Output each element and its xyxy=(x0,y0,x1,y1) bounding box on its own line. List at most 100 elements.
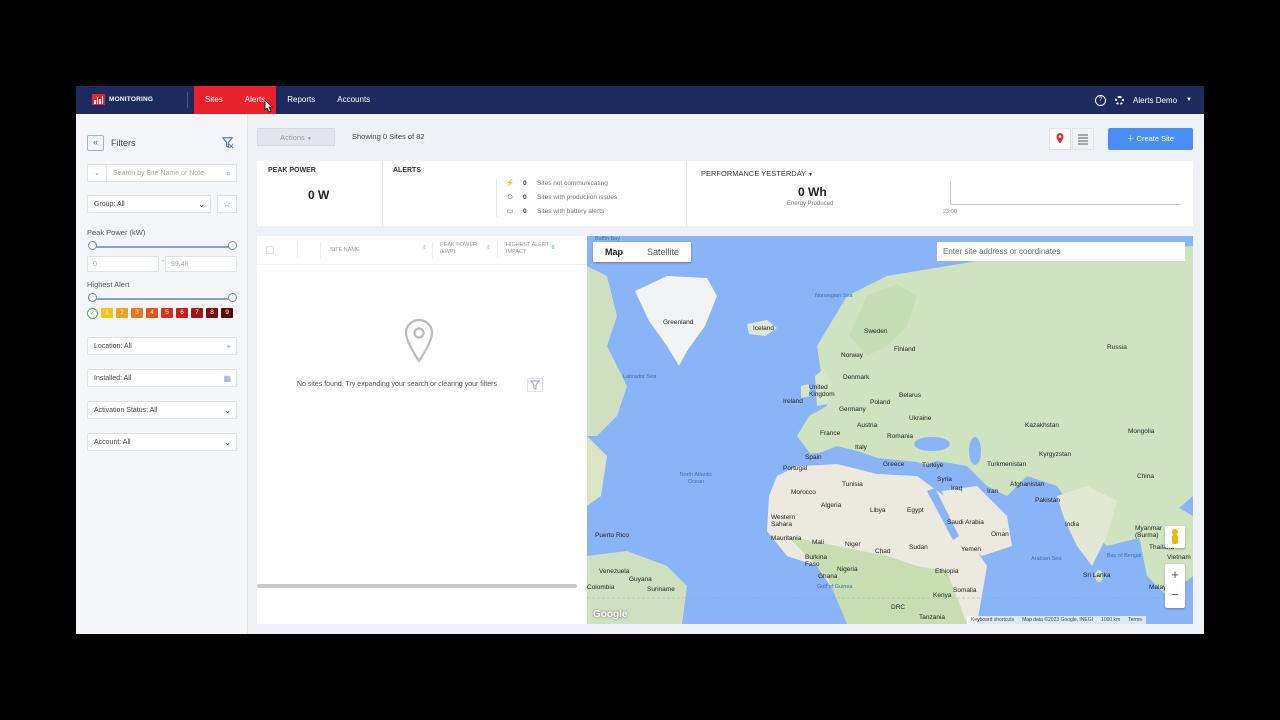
map-label: Kazakhstan xyxy=(1025,422,1059,429)
actions-label: Actions xyxy=(280,133,305,142)
help-icon[interactable]: ? xyxy=(1095,94,1107,106)
sort-active-icon[interactable]: ⇕ xyxy=(551,245,556,251)
actions-dropdown-button[interactable]: Actions ▼ xyxy=(257,128,335,146)
peak-max-input[interactable]: 99.48 xyxy=(165,256,237,272)
map-label: Romania xyxy=(887,433,914,440)
map-label: Kenya xyxy=(933,592,952,599)
horizontal-scrollbar[interactable] xyxy=(257,584,577,588)
map-label: Myanmar (Burma) xyxy=(1135,525,1163,539)
clear-filters-icon[interactable] xyxy=(527,378,543,392)
terms-link[interactable]: Terms xyxy=(1128,616,1142,624)
performance-title: PERFORMANCE YESTERDAY xyxy=(701,169,807,178)
map-label: Afghanistan xyxy=(1010,481,1045,488)
map-label: Ethiopia xyxy=(935,568,959,575)
user-menu[interactable]: Alerts Demo xyxy=(1133,96,1177,105)
account-select[interactable]: Account: All ⌄ xyxy=(87,433,237,451)
no-signal-icon: ⚡ xyxy=(505,180,515,187)
map-label: Morocco xyxy=(791,489,816,496)
zoom-in-button[interactable]: + xyxy=(1165,564,1185,586)
map-label: India xyxy=(1065,521,1080,528)
map-label: Tunisia xyxy=(842,481,863,488)
column-divider xyxy=(432,242,433,258)
alert-not-communicating[interactable]: ⚡ 0 Sites not communicating xyxy=(505,179,608,188)
top-navbar: MONITORING Sites Alerts Reports Accounts… xyxy=(76,86,1204,114)
alerts-title: ALERTS xyxy=(393,167,421,174)
group-select[interactable]: Group: All ⌄ xyxy=(87,195,211,213)
calendar-icon: ▦ xyxy=(223,374,231,383)
plus-icon: ＋ xyxy=(1126,134,1137,143)
chevron-down-icon[interactable]: ▼ xyxy=(1186,97,1192,103)
support-icon[interactable] xyxy=(1115,95,1125,105)
tab-reports[interactable]: Reports xyxy=(276,86,326,114)
select-all-checkbox[interactable] xyxy=(266,246,274,254)
range-separator: - xyxy=(162,258,165,265)
alert-production-issues[interactable]: ⊙ 0 Sites with production issues xyxy=(505,193,617,202)
map-label: Vietnam xyxy=(1167,554,1191,561)
performance-dropdown[interactable]: PERFORMANCE YESTERDAY ▼ xyxy=(701,169,813,178)
alert-count: 0 xyxy=(523,207,527,215)
satellite-tab[interactable]: Satellite xyxy=(635,242,691,262)
col-site-name[interactable]: SITE NAME xyxy=(330,247,360,253)
alert-count: 0 xyxy=(523,193,527,201)
alert-max-handle[interactable] xyxy=(228,293,237,302)
mouse-cursor-icon xyxy=(264,99,273,113)
map-label: Egypt xyxy=(907,507,924,514)
zoom-out-button[interactable]: − xyxy=(1165,586,1185,608)
map-label: Kyrgyzstan xyxy=(1039,451,1072,458)
clear-filters-icon[interactable] xyxy=(221,136,234,149)
alert-min-handle[interactable] xyxy=(88,293,97,302)
tab-accounts[interactable]: Accounts xyxy=(326,86,381,114)
map-view-button[interactable] xyxy=(1049,128,1071,150)
nav-divider xyxy=(187,92,188,108)
search-scope-dropdown[interactable]: ⌄ xyxy=(88,165,107,181)
location-filter[interactable]: Location: All ⌖ xyxy=(87,337,237,355)
sort-icon[interactable]: ⇕ xyxy=(422,245,427,251)
map-label: France xyxy=(820,430,841,437)
site-search-input[interactable]: ⌄ Search by Site Name or Note ⌕ xyxy=(87,164,237,182)
create-site-button[interactable]: ＋ Create Site xyxy=(1108,128,1193,150)
map-label: Italy xyxy=(855,444,867,451)
map-label: Saudi Arabia xyxy=(947,519,984,526)
map-search-input[interactable]: Enter site address or coordinates xyxy=(937,242,1185,261)
sites-map[interactable]: Map Satellite Enter site address or coor… xyxy=(587,236,1193,624)
chart-time-label: 23:00 xyxy=(943,209,957,215)
peak-max-handle[interactable] xyxy=(228,241,237,250)
installed-filter[interactable]: Installed: All ▦ xyxy=(87,369,237,387)
alert-count: 0 xyxy=(523,179,527,187)
chevron-down-icon: ⌄ xyxy=(224,438,231,447)
column-divider xyxy=(297,242,298,258)
peak-power-slider[interactable] xyxy=(88,241,237,250)
activation-status-select[interactable]: Activation Status: All ⌄ xyxy=(87,401,237,419)
empty-state-message: No sites found. Try expanding your searc… xyxy=(297,381,497,388)
highest-alert-label: Highest Alert xyxy=(87,280,130,289)
search-placeholder: Search by Site Name or Note xyxy=(113,170,205,177)
favorite-star-icon[interactable]: ☆ xyxy=(217,195,237,213)
map-tab[interactable]: Map xyxy=(593,242,635,262)
peak-power-value: 0 W xyxy=(308,188,330,202)
map-label: Sudan xyxy=(909,544,928,551)
tab-sites[interactable]: Sites xyxy=(194,86,234,114)
check-icon: ✓ xyxy=(87,308,98,319)
stats-panel: PEAK POWER 0 W ALERTS ⚡ 0 Sites not commun… xyxy=(257,161,1193,226)
search-icon[interactable]: ⌕ xyxy=(227,165,231,182)
brand-logo[interactable]: MONITORING xyxy=(92,94,153,105)
alert-level-chip: 1 xyxy=(101,308,113,318)
peak-min-input[interactable]: 0 xyxy=(87,256,159,272)
col-peak-power[interactable]: PEAK POWER (kWP) xyxy=(440,242,488,256)
alert-level-chip: 7 xyxy=(191,308,203,318)
highest-alert-slider[interactable] xyxy=(88,293,237,302)
list-view-button[interactable] xyxy=(1072,128,1094,150)
peak-min-handle[interactable] xyxy=(88,241,97,250)
collapse-sidebar-button[interactable]: « xyxy=(87,135,104,151)
col-highest-alert[interactable]: HIGHEST ALERT IMPACT xyxy=(506,242,550,256)
filters-sidebar: « Filters ⌄ Search by Site Name or Note … xyxy=(76,114,248,634)
account-select-value: Account: All xyxy=(94,439,131,446)
map-label: Ghana xyxy=(818,573,838,580)
street-view-pegman-icon[interactable] xyxy=(1165,526,1185,548)
keyboard-shortcuts-link[interactable]: Keyboard shortcuts xyxy=(971,616,1014,624)
alert-battery[interactable]: ▭ 0 Sites with battery alerts xyxy=(505,207,605,216)
map-label: Mauritania xyxy=(771,535,802,542)
map-label: Mali xyxy=(812,539,824,546)
sort-icon[interactable]: ⇕ xyxy=(486,245,491,251)
map-label: Austria xyxy=(857,422,878,429)
